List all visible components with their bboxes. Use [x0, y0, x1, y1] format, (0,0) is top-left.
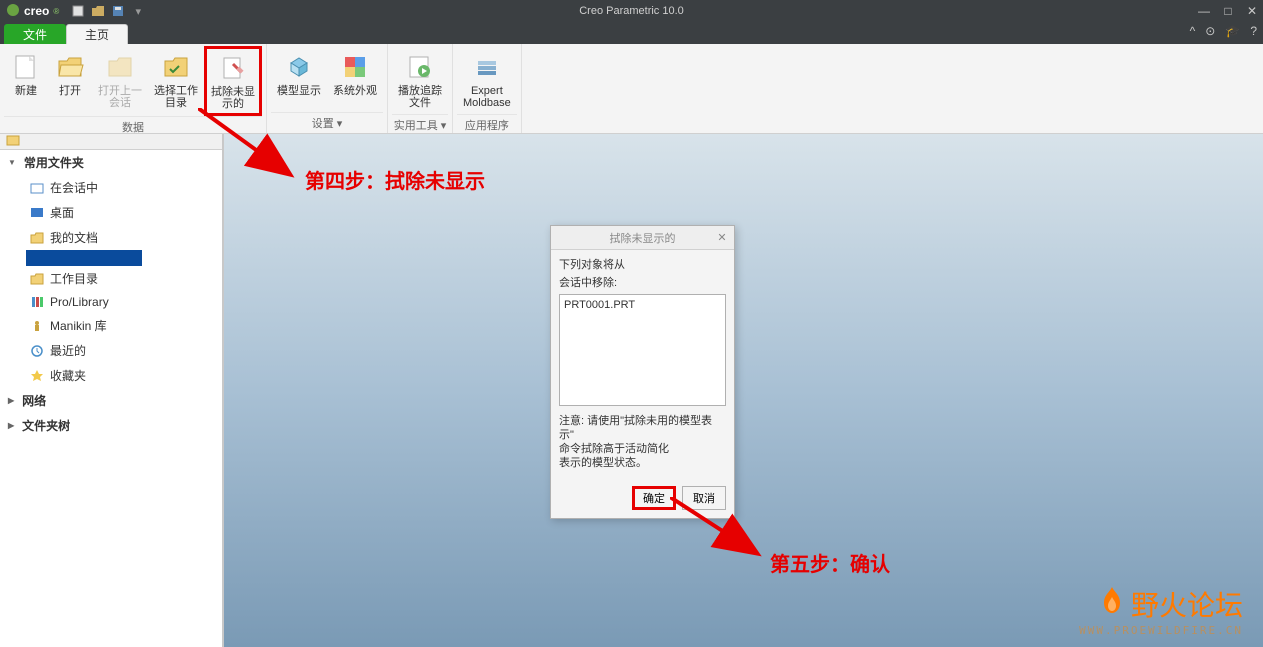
watermark: 野火论坛 WWW.PROEWILDFIRE.CN — [1079, 584, 1243, 637]
library-icon — [30, 295, 44, 309]
session-icon — [30, 181, 44, 195]
close-icon[interactable]: ✕ — [1245, 4, 1259, 18]
qat-new-icon[interactable] — [71, 4, 85, 18]
desktop-icon — [30, 206, 44, 220]
expert-moldbase-button[interactable]: Expert Moldbase — [457, 46, 517, 114]
model-display-button[interactable]: 模型显示 — [271, 46, 327, 112]
ribbon-group-apps-label: 应用程序 — [457, 114, 517, 135]
watermark-url: WWW.PROEWILDFIRE.CN — [1079, 624, 1243, 637]
help-icon[interactable]: ? — [1250, 24, 1257, 38]
open-last-session-button[interactable]: 打开上一 会话 — [92, 46, 148, 116]
recent-icon — [30, 344, 44, 358]
working-dir-icon — [160, 51, 192, 83]
tab-file[interactable]: 文件 — [4, 24, 66, 44]
quick-access-toolbar: ▾ — [71, 4, 145, 18]
dialog-list-item[interactable]: PRT0001.PRT — [564, 299, 721, 311]
model-display-icon — [283, 51, 315, 83]
app-title: Creo Parametric 10.0 — [579, 5, 684, 17]
title-bar: creo ® ▾ Creo Parametric 10.0 — □ ✕ — [0, 0, 1263, 22]
dialog-desc-1: 下列对象将从 — [559, 258, 726, 272]
logo-area: creo ® — [0, 3, 65, 20]
tree-in-session[interactable]: 在会话中 — [0, 175, 222, 200]
ribbon-group-tools: 播放追踪 文件 实用工具 ▾ — [388, 44, 453, 133]
manikin-icon — [30, 319, 44, 333]
options-icon[interactable]: ⊙ — [1205, 24, 1215, 38]
dialog-note: 注意: 请使用"拭除未用的模型表示" 命令拭除高于活动简化 表示的模型状态。 — [559, 414, 726, 470]
select-working-dir-button[interactable]: 选择工作 目录 — [148, 46, 204, 116]
ribbon-collapse-icon[interactable]: ^ — [1190, 24, 1196, 38]
workdir-icon — [30, 272, 44, 286]
appearance-icon — [339, 51, 371, 83]
tree-selected-item[interactable] — [26, 250, 142, 266]
system-appearance-button[interactable]: 系统外观 — [327, 46, 383, 112]
ribbon-group-data: 新建 打开 打开上一 会话 选择工作 目录 拭除未显 示的 数据 — [0, 44, 267, 133]
window-controls: — □ ✕ — [1197, 4, 1259, 18]
ribbon: 新建 打开 打开上一 会话 选择工作 目录 拭除未显 示的 数据 — [0, 44, 1263, 134]
dialog-close-icon[interactable]: ✕ — [714, 230, 730, 246]
app-logo-text: creo — [24, 4, 49, 18]
open-icon — [54, 51, 86, 83]
tabs-right-controls: ^ ⊙ 🎓 ? — [1190, 24, 1257, 38]
ribbon-tabs: 文件 主页 ^ ⊙ 🎓 ? — [0, 22, 1263, 44]
dialog-ok-button[interactable]: 确定 — [632, 486, 676, 510]
dialog-object-list[interactable]: PRT0001.PRT — [559, 294, 726, 406]
maximize-icon[interactable]: □ — [1221, 4, 1235, 18]
tree-pro-library[interactable]: Pro/Library — [0, 291, 222, 313]
ribbon-group-settings: 模型显示 系统外观 设置 ▾ — [267, 44, 388, 133]
favorites-icon — [30, 369, 44, 383]
logo-suffix-icon: ® — [53, 7, 59, 16]
new-button[interactable]: 新建 — [4, 46, 48, 116]
qat-dropdown-icon[interactable]: ▾ — [131, 4, 145, 18]
sidebar-tab-icon[interactable] — [0, 134, 222, 150]
qat-save-icon[interactable] — [111, 4, 125, 18]
erase-dialog: 拭除未显示的 ✕ 下列对象将从 会话中移除: PRT0001.PRT 注意: 请… — [550, 225, 735, 519]
erase-not-displayed-button[interactable]: 拭除未显 示的 — [204, 46, 262, 116]
tree-common-folders[interactable]: 常用文件夹 — [0, 150, 222, 175]
graduation-icon[interactable]: 🎓 — [1225, 24, 1240, 38]
new-icon — [10, 51, 42, 83]
dialog-title-text: 拭除未显示的 — [610, 230, 676, 246]
moldbase-icon — [471, 51, 503, 83]
ribbon-group-apps: Expert Moldbase 应用程序 — [453, 44, 522, 133]
tree-favorites[interactable]: 收藏夹 — [0, 363, 222, 388]
open-button[interactable]: 打开 — [48, 46, 92, 116]
graphics-canvas[interactable] — [224, 134, 1263, 647]
tab-home[interactable]: 主页 — [66, 24, 128, 44]
dialog-body: 下列对象将从 会话中移除: PRT0001.PRT 注意: 请使用"拭除未用的模… — [551, 250, 734, 478]
tree-folder-tree[interactable]: 文件夹树 — [0, 413, 222, 438]
flame-icon — [1097, 585, 1127, 624]
dialog-buttons: 确定 取消 — [551, 478, 734, 518]
sidebar: 常用文件夹 在会话中 桌面 我的文档 工作目录 Pro/Library Mani… — [0, 134, 224, 647]
open-last-icon — [104, 51, 136, 83]
qat-open-icon[interactable] — [91, 4, 105, 18]
ribbon-group-tools-label: 实用工具 ▾ — [392, 114, 448, 135]
dialog-title-bar: 拭除未显示的 ✕ — [551, 226, 734, 250]
documents-icon — [30, 231, 44, 245]
tree-my-documents[interactable]: 我的文档 — [0, 225, 222, 250]
erase-icon — [217, 52, 249, 84]
app-logo-icon — [6, 3, 20, 20]
tree-network[interactable]: 网络 — [0, 388, 222, 413]
minimize-icon[interactable]: — — [1197, 4, 1211, 18]
play-trail-button[interactable]: 播放追踪 文件 — [392, 46, 448, 114]
dialog-desc-2: 会话中移除: — [559, 276, 726, 290]
tree-working-dir[interactable]: 工作目录 — [0, 266, 222, 291]
tree-recent[interactable]: 最近的 — [0, 338, 222, 363]
ribbon-group-settings-label: 设置 ▾ — [271, 112, 383, 133]
tree-desktop[interactable]: 桌面 — [0, 200, 222, 225]
dialog-cancel-button[interactable]: 取消 — [682, 486, 726, 510]
watermark-text: 野火论坛 — [1079, 584, 1243, 624]
play-trail-icon — [404, 51, 436, 83]
tree-manikin[interactable]: Manikin 库 — [0, 313, 222, 338]
